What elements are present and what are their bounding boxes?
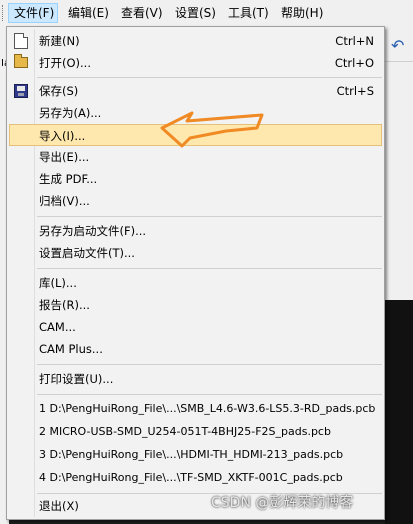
annotation-arrow-icon bbox=[160, 111, 264, 148]
watermark-text: CSDN @彭辉荣的博客 bbox=[211, 495, 354, 511]
